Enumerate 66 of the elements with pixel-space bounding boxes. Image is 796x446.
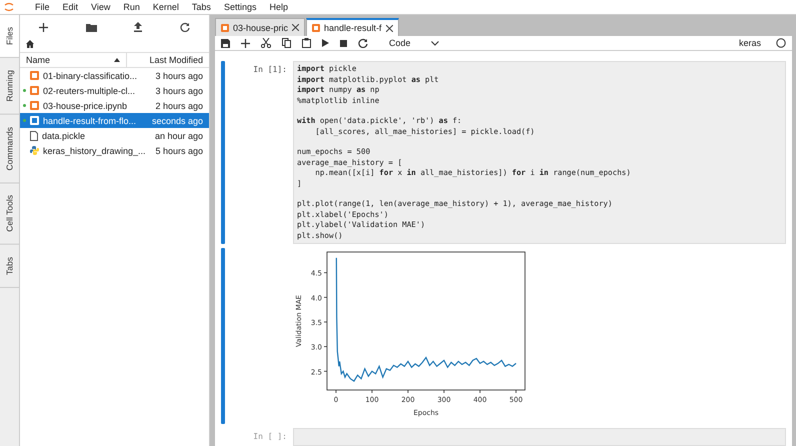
- notebook-icon: [221, 24, 229, 32]
- caret-icon: [430, 40, 439, 46]
- tab-label: 03-house-pric: [233, 22, 288, 32]
- file-name: handle-result-from-flo...: [43, 116, 138, 126]
- kernel-status-icon: [776, 38, 786, 48]
- cell-type-dropdown[interactable]: Code: [389, 38, 439, 48]
- modified-time: 2 hours ago: [155, 100, 203, 110]
- modified-time: 5 hours ago: [155, 146, 203, 156]
- menu-item[interactable]: Kernel: [152, 2, 179, 12]
- menu-item[interactable]: File: [35, 2, 50, 12]
- copy-icon[interactable]: [282, 38, 291, 48]
- kernel-name[interactable]: keras: [738, 38, 761, 48]
- file-name: data.pickle: [42, 130, 86, 140]
- save-icon[interactable]: [221, 38, 230, 48]
- modified-time: seconds ago: [152, 116, 203, 126]
- plus-icon[interactable]: [241, 38, 250, 48]
- folder-icon[interactable]: [86, 22, 97, 32]
- file-row[interactable]: 01-binary-classificatio... 3 hours ago: [20, 68, 209, 83]
- document-tab[interactable]: handle-result-f: [306, 18, 399, 36]
- notebook-icon: [312, 24, 320, 32]
- file-row[interactable]: 02-reuters-multiple-cl... 3 hours ago: [20, 83, 209, 98]
- tab-label: handle-result-f: [324, 23, 382, 33]
- file-row[interactable]: 03-house-price.ipynb 2 hours ago: [20, 98, 209, 113]
- file-name: 03-house-price.ipynb: [43, 100, 128, 110]
- sidebar-tab[interactable]: Files: [0, 15, 19, 58]
- sidebar-tab[interactable]: Commands: [0, 114, 19, 184]
- sidebar-tab[interactable]: Running: [0, 58, 19, 115]
- menu-item[interactable]: Tabs: [192, 2, 211, 12]
- home-icon[interactable]: [26, 40, 34, 48]
- cell-selection-bar[interactable]: [221, 248, 225, 424]
- scissors-icon[interactable]: [261, 38, 271, 48]
- menu-item[interactable]: Settings: [224, 2, 256, 12]
- file-row[interactable]: keras_history_drawing_... 5 hours ago: [20, 143, 209, 158]
- file-row[interactable]: handle-result-from-flo... seconds ago: [20, 113, 209, 128]
- menu-item[interactable]: Help: [269, 2, 288, 12]
- file-row[interactable]: data.pickle an hour ago: [20, 128, 209, 143]
- modified-time: 3 hours ago: [155, 86, 203, 96]
- clipboard-icon[interactable]: [302, 38, 311, 48]
- menu-item[interactable]: Edit: [62, 2, 78, 12]
- document-tab[interactable]: 03-house-pric: [215, 18, 306, 36]
- modified-time: 3 hours ago: [155, 70, 203, 80]
- cell-selection-bar[interactable]: [221, 61, 225, 244]
- code-editor[interactable]: [293, 61, 786, 244]
- play-icon[interactable]: [322, 39, 329, 47]
- modified-time: an hour ago: [154, 130, 203, 140]
- file-name: 01-binary-classificatio...: [43, 70, 138, 80]
- file-icon: [30, 130, 38, 140]
- menu-item[interactable]: View: [91, 2, 110, 12]
- sidebar-tab[interactable]: Cell Tools: [0, 183, 19, 245]
- close-icon[interactable]: [292, 24, 300, 31]
- file-name: 02-reuters-multiple-cl...: [43, 86, 136, 96]
- logo-icon: [4, 1, 14, 13]
- close-icon[interactable]: [386, 24, 393, 32]
- column-header[interactable]: Last Modified: [127, 55, 209, 65]
- menu-item[interactable]: Run: [123, 2, 140, 12]
- refresh-icon[interactable]: [180, 22, 190, 32]
- upload-icon[interactable]: [134, 22, 142, 32]
- column-header[interactable]: Name: [20, 53, 127, 67]
- refresh-icon[interactable]: [358, 38, 368, 48]
- plus-icon[interactable]: [38, 22, 48, 32]
- sidebar-tab[interactable]: Tabs: [0, 244, 19, 288]
- stop-icon[interactable]: [340, 40, 347, 46]
- input-prompt: In [1]:: [252, 64, 288, 76]
- file-name: keras_history_drawing_...: [43, 146, 147, 156]
- input-prompt: In [ ]:: [252, 431, 288, 443]
- python-icon: [30, 146, 39, 155]
